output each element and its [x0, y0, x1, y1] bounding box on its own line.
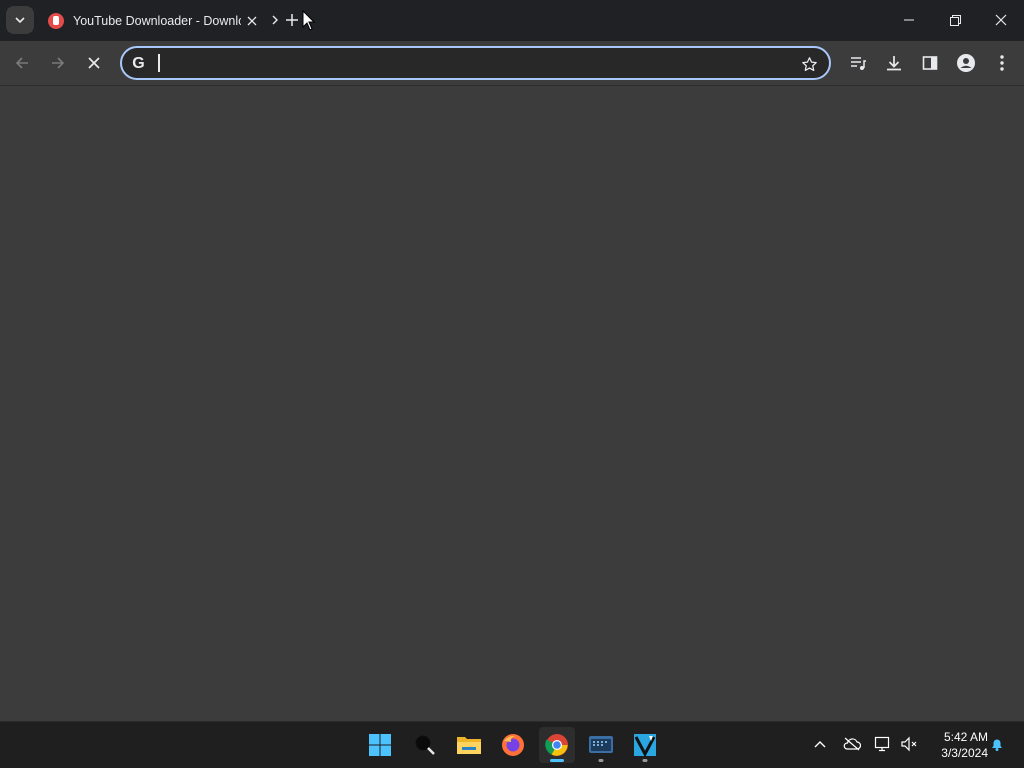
taskbar-terminal[interactable]	[583, 727, 619, 763]
start-icon	[369, 734, 391, 756]
close-icon	[247, 16, 257, 25]
taskbar-chrome[interactable]	[539, 727, 575, 763]
clock-date: 3/3/2024	[941, 746, 988, 760]
chevron-right-icon	[272, 15, 278, 25]
address-bar[interactable]: G	[120, 46, 831, 80]
onedrive-tray-button[interactable]	[840, 732, 864, 756]
chevron-down-icon	[15, 17, 25, 24]
search-icon	[415, 735, 435, 755]
page-content	[0, 86, 1024, 721]
tab-title: YouTube Downloader - Downlo	[73, 13, 241, 28]
tab-close-button[interactable]	[243, 12, 261, 30]
forward-button[interactable]	[44, 49, 72, 77]
star-icon	[801, 56, 817, 71]
media-controls-button[interactable]	[844, 49, 872, 77]
show-hidden-icons-button[interactable]	[808, 732, 832, 756]
network-icon	[874, 736, 890, 752]
taskbar-firefox[interactable]	[495, 727, 531, 763]
close-window-button[interactable]	[978, 0, 1024, 40]
mouse-pointer-icon	[302, 10, 316, 31]
google-icon: G	[132, 55, 145, 72]
address-input[interactable]	[156, 52, 786, 74]
back-button[interactable]	[8, 49, 36, 77]
close-icon	[995, 14, 1007, 26]
terminal-icon	[589, 736, 613, 753]
firefox-icon	[502, 734, 524, 756]
bookmark-star-button[interactable]	[799, 54, 819, 74]
more-vertical-icon	[1000, 55, 1004, 71]
download-icon	[887, 56, 901, 71]
arrow-right-icon	[52, 57, 65, 69]
chrome-menu-button[interactable]	[988, 49, 1016, 77]
tab-strip: YouTube Downloader - Downlo	[0, 0, 1024, 41]
arrow-left-icon	[15, 57, 28, 69]
music-queue-icon	[851, 57, 866, 70]
new-tab-button[interactable]	[282, 10, 302, 30]
stop-loading-button[interactable]	[80, 49, 108, 77]
windows-taskbar: 5:42 AM 3/3/2024	[0, 721, 1024, 768]
downloads-button[interactable]	[880, 49, 908, 77]
restore-button[interactable]	[932, 0, 978, 40]
tab-search-button[interactable]	[6, 6, 34, 34]
notifications-button[interactable]	[985, 732, 1009, 756]
chevron-up-icon	[814, 741, 826, 748]
taskbar-file-explorer[interactable]	[451, 727, 487, 763]
taskbar-editor[interactable]	[627, 727, 663, 763]
text-caret	[158, 54, 160, 72]
taskbar-search-button[interactable]	[407, 727, 443, 763]
side-panel-icon	[922, 56, 938, 70]
file-explorer-icon	[457, 737, 481, 754]
network-tray-button[interactable]	[871, 732, 895, 756]
tab-youtube-downloader[interactable]: YouTube Downloader - Downlo	[40, 4, 270, 37]
restore-icon	[949, 14, 961, 26]
bell-icon	[992, 739, 1002, 751]
minimize-button[interactable]	[886, 0, 932, 40]
side-panel-button[interactable]	[916, 49, 944, 77]
tab-favicon-icon	[48, 12, 64, 29]
volume-tray-button[interactable]	[897, 732, 921, 756]
avatar-icon	[957, 54, 975, 72]
cloud-offline-icon	[843, 737, 861, 751]
editor-icon	[634, 734, 656, 757]
clock-time: 5:42 AM	[943, 730, 988, 744]
minimize-icon	[904, 19, 914, 21]
browser-toolbar: G	[0, 41, 1024, 86]
profile-button[interactable]	[952, 49, 980, 77]
plus-icon	[286, 14, 298, 26]
start-button[interactable]	[362, 727, 398, 763]
tab-scroll-right-button[interactable]	[270, 12, 280, 28]
system-clock[interactable]: 5:42 AM 3/3/2024	[926, 729, 988, 761]
volume-muted-icon	[901, 736, 917, 752]
close-icon	[88, 57, 100, 69]
chrome-icon	[545, 734, 568, 756]
